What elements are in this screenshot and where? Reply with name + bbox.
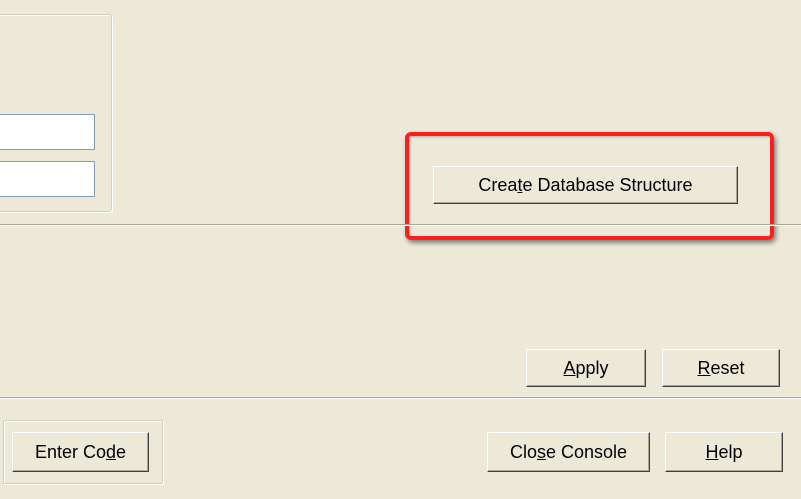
close-console-button[interactable]: Close Console [487, 432, 650, 472]
apply-button[interactable]: Apply [526, 349, 646, 387]
text-field-1[interactable] [0, 114, 95, 150]
enter-code-button[interactable]: Enter Code [12, 432, 149, 472]
apply-label: Apply [563, 357, 609, 378]
enter-code-label: Enter Code [34, 441, 127, 462]
text-field-2[interactable] [0, 161, 95, 197]
separator-line [0, 224, 801, 226]
separator-line [0, 397, 801, 399]
close-console-label: Close Console [509, 441, 628, 462]
reset-button[interactable]: Reset [662, 349, 780, 387]
create-database-structure-label: Create Database Structure [478, 174, 693, 195]
help-label: Help [705, 441, 743, 462]
create-database-structure-button[interactable]: Create Database Structure [433, 166, 738, 204]
help-button[interactable]: Help [665, 432, 783, 472]
reset-label: Reset [697, 357, 745, 378]
